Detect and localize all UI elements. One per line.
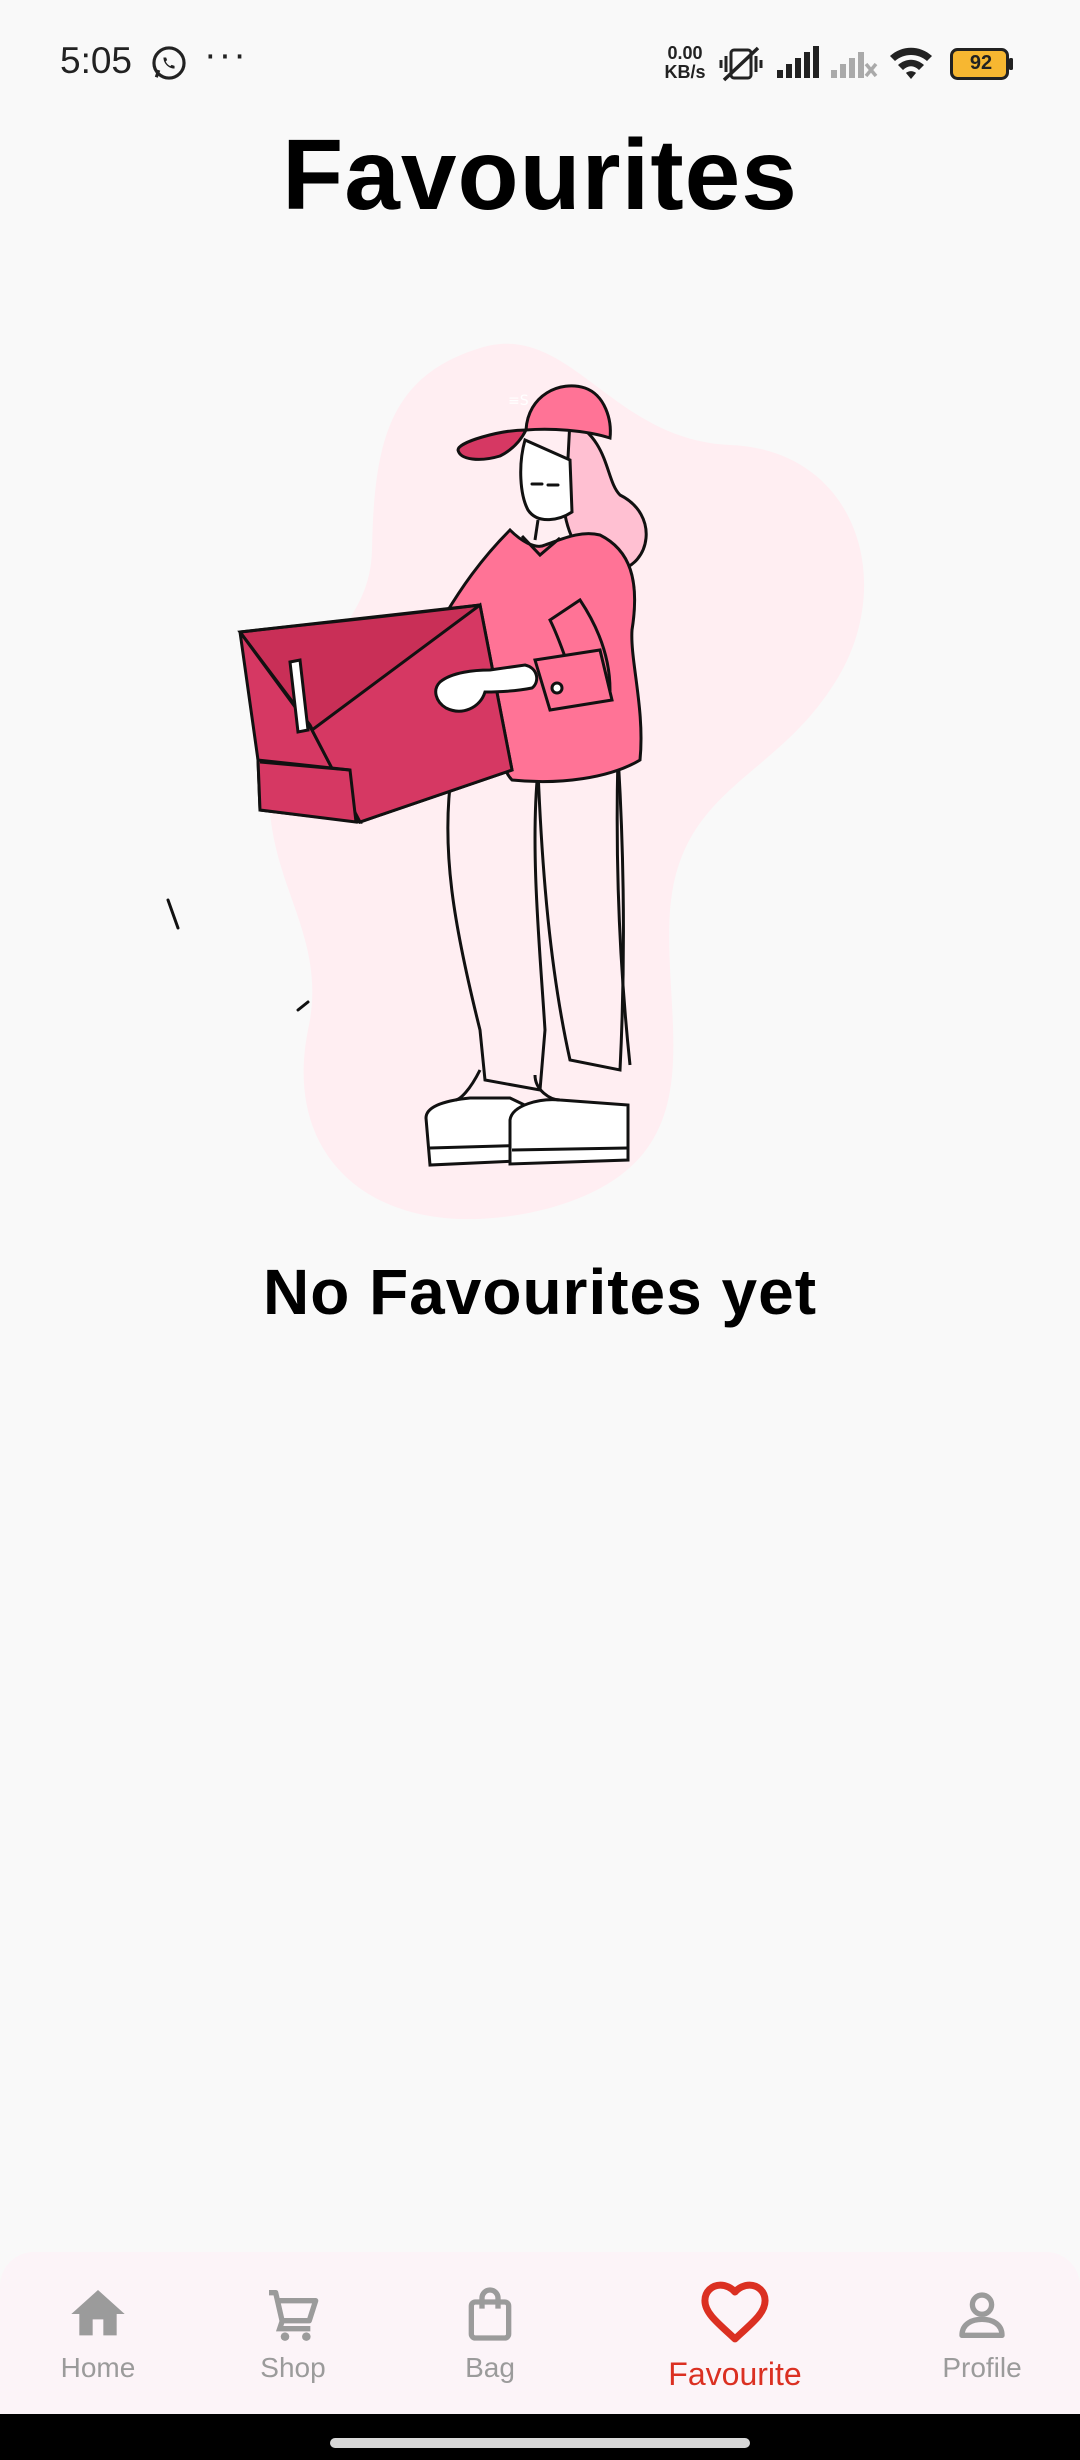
nav-item-bag[interactable]: Bag xyxy=(430,2252,550,2414)
network-speed-value: 0.00 xyxy=(667,43,703,63)
signal-off-icon xyxy=(831,52,878,78)
profile-icon xyxy=(959,2292,1005,2338)
network-speed-unit: KB/s xyxy=(664,62,706,82)
mute-vibrate-icon xyxy=(719,46,763,82)
nav-item-profile[interactable]: Profile xyxy=(922,2252,1042,2414)
bottom-navigation: Home Shop Bag Favourite Profile xyxy=(0,2252,1080,2414)
nav-label-favourite: Favourite xyxy=(668,2356,802,2392)
cart-icon xyxy=(269,2290,319,2341)
status-bar: 5:05 ··· 0.00 KB/s 92 xyxy=(0,0,1080,130)
system-gesture-area xyxy=(0,2414,1080,2460)
nav-item-shop[interactable]: Shop xyxy=(233,2252,353,2414)
whatsapp-icon xyxy=(152,46,186,80)
nav-label-bag: Bag xyxy=(465,2352,515,2383)
nav-label-home: Home xyxy=(60,2352,136,2383)
heart-icon xyxy=(701,2281,769,2343)
empty-message: No Favourites yet xyxy=(262,1256,818,1328)
nav-item-home[interactable]: Home xyxy=(38,2252,158,2414)
wifi-icon xyxy=(890,47,932,79)
nav-item-favourite[interactable]: Favourite xyxy=(640,2252,830,2414)
more-icon: ··· xyxy=(204,34,248,76)
home-gesture-handle[interactable] xyxy=(330,2438,750,2448)
status-time: 5:05 xyxy=(60,40,133,81)
svg-text:≡S: ≡S xyxy=(508,393,529,409)
network-speed: 0.00 KB/s xyxy=(660,44,710,82)
empty-favourites-illustration: ≡S xyxy=(166,343,865,1220)
battery-level: 92 xyxy=(969,52,993,74)
page-title: Favourites xyxy=(282,119,798,231)
home-icon xyxy=(71,2290,125,2336)
nav-label-profile: Profile xyxy=(942,2352,1022,2383)
bag-icon xyxy=(468,2287,512,2341)
nav-label-shop: Shop xyxy=(260,2352,326,2383)
signal-icon xyxy=(777,46,819,78)
